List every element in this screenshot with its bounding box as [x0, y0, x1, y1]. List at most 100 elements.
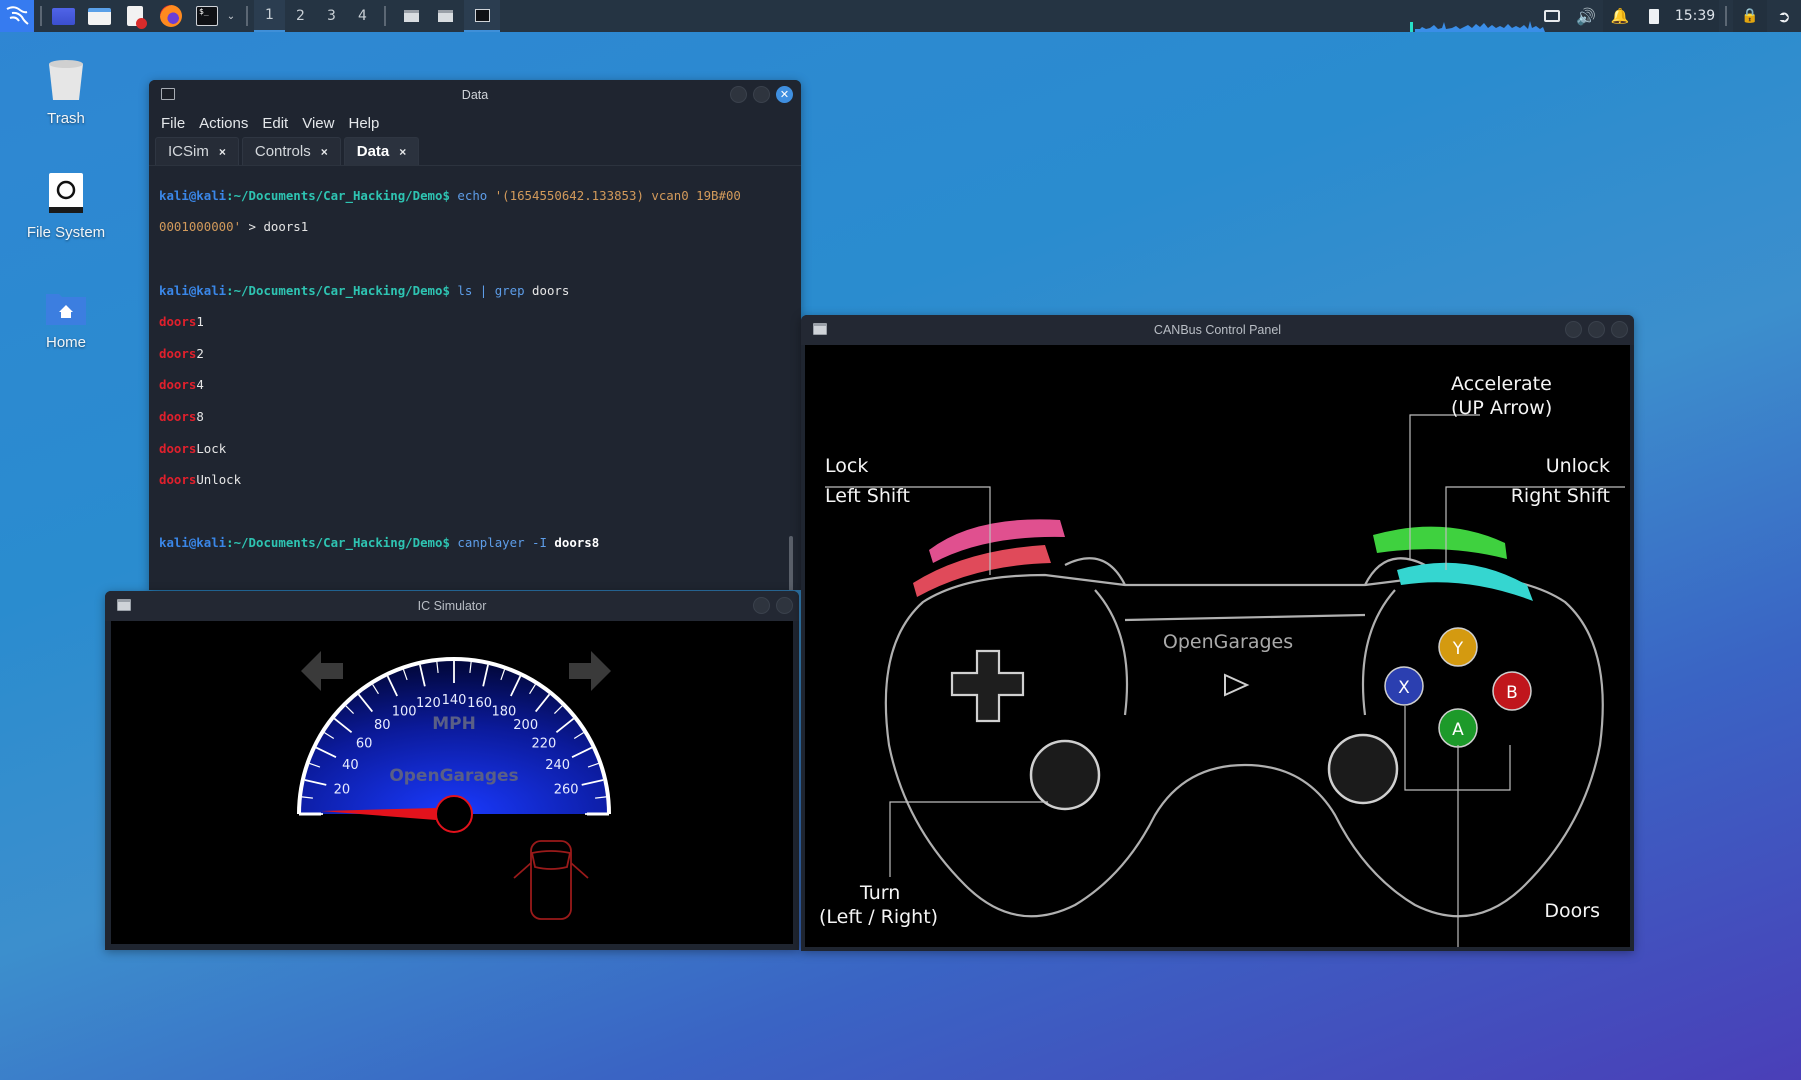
network-button[interactable] — [1535, 0, 1569, 32]
maximize-button[interactable] — [753, 86, 770, 103]
terminal-line: kali@kali:~/Documents/Car_Hacking/Demo$ … — [159, 282, 570, 298]
home-folder-icon — [46, 294, 86, 325]
face-button-b: B — [1492, 671, 1532, 711]
close-tab-icon[interactable]: × — [321, 145, 328, 159]
menu-actions[interactable]: Actions — [199, 115, 248, 132]
workspace-3[interactable]: 3 — [316, 0, 347, 32]
separator — [1725, 6, 1727, 26]
dpad — [950, 649, 1025, 723]
clock[interactable]: 15:39 — [1671, 0, 1719, 32]
text-editor-button[interactable] — [120, 0, 150, 32]
right-door — [570, 862, 589, 879]
terminal-button[interactable]: $_ — [192, 0, 222, 32]
gauge-tick-label: 220 — [531, 736, 556, 751]
firefox-button[interactable] — [156, 0, 186, 32]
tab-label: Controls — [254, 143, 311, 160]
tab-controls[interactable]: Controls × — [241, 137, 341, 165]
maximize-button[interactable] — [776, 597, 793, 614]
accelerate-trigger — [1373, 526, 1507, 559]
terminal-icon: $_ — [196, 6, 218, 26]
minimize-button[interactable] — [753, 597, 770, 614]
maximize-button[interactable] — [1588, 321, 1605, 338]
terminal-icon — [474, 8, 490, 22]
lock-screen-button[interactable]: 🔒 — [1733, 0, 1767, 32]
tab-label: ICSim — [168, 143, 209, 160]
firefox-icon — [160, 5, 182, 27]
desktop-icon-file-system[interactable]: File System — [11, 172, 121, 241]
battery-button[interactable] — [1637, 0, 1671, 32]
menu-view[interactable]: View — [302, 115, 334, 132]
tab-bar: ICSim × Controls × Data × — [149, 136, 801, 166]
cpu-graph — [1410, 21, 1545, 32]
lock-key-label: Left Shift — [825, 485, 910, 507]
menu-bar: File Actions Edit View Help — [149, 110, 801, 136]
close-tab-icon[interactable]: × — [219, 145, 226, 159]
ic-simulator-titlebar[interactable]: IC Simulator — [105, 591, 799, 621]
terminal-line: kali@kali:~/Documents/Car_Hacking/Demo$ … — [159, 187, 741, 203]
unlock-label: Unlock — [1545, 455, 1610, 477]
gamepad-illustration: OpenGarages Y X B A — [825, 414, 1625, 951]
gauge-tick-label: 260 — [554, 782, 579, 797]
separator — [246, 6, 248, 26]
separator — [40, 6, 42, 26]
logout-button[interactable]: ➲ — [1767, 0, 1801, 32]
controller-outline — [884, 557, 1604, 918]
task-canbus-control-panel[interactable] — [430, 0, 460, 32]
close-button[interactable]: ✕ — [776, 86, 793, 103]
kali-dragon-icon — [6, 6, 29, 25]
close-button[interactable] — [1611, 321, 1628, 338]
svg-text:B: B — [1506, 683, 1518, 703]
workspace-1[interactable]: 1 — [254, 0, 285, 32]
desktop-icon-label: Trash — [47, 110, 85, 127]
svg-text:Y: Y — [1452, 639, 1464, 659]
terminal-dropdown[interactable]: ⌄ — [222, 0, 240, 32]
needle-hub — [435, 795, 473, 833]
workspace-4[interactable]: 4 — [347, 0, 378, 32]
system-tray: 🔊 🔔 15:39 🔒 ➲ — [1535, 0, 1801, 32]
task-ic-simulator[interactable] — [396, 0, 426, 32]
close-tab-icon[interactable]: × — [399, 145, 406, 159]
menu-edit[interactable]: Edit — [262, 115, 288, 132]
tab-data[interactable]: Data × — [343, 137, 420, 165]
menu-file[interactable]: File — [161, 115, 185, 132]
left-door — [513, 862, 532, 879]
instrument-cluster: 20406080100120 140 160180200220240260 MPH … — [297, 651, 611, 920]
tab-icsim[interactable]: ICSim × — [155, 137, 239, 165]
file-manager-button[interactable] — [84, 0, 114, 32]
kali-menu-button[interactable] — [0, 0, 34, 32]
notifications-button[interactable]: 🔔 — [1603, 0, 1637, 32]
control-panel-titlebar[interactable]: CANBus Control Panel — [801, 315, 1634, 345]
accelerate-key-label: (UP Arrow) — [1451, 397, 1553, 419]
doors-label: Doors — [1544, 900, 1600, 922]
window-icon — [403, 10, 419, 22]
minimize-button[interactable] — [730, 86, 747, 103]
controller-brand: OpenGarages — [1163, 631, 1293, 653]
taskbar: $_ ⌄ 1 2 3 4 🔊 🔔 15:39 🔒 ➲ — [0, 0, 1801, 32]
hard-drive-icon — [49, 173, 83, 213]
gauge-unit-label: MPH — [432, 714, 476, 734]
window-icon — [437, 10, 453, 22]
window-title: IC Simulator — [417, 599, 487, 613]
ic-simulator-window: IC Simulator 20 40 60 80 100 120 140 160… — [105, 591, 799, 950]
gauge-tick-label: 200 — [513, 718, 538, 733]
terminal-scrollbar[interactable] — [789, 536, 793, 590]
face-button-a: A — [1438, 708, 1478, 748]
terminal-line: 0001000000' > doors1 — [159, 219, 309, 235]
show-desktop-button[interactable] — [48, 0, 78, 32]
task-terminal[interactable] — [464, 0, 500, 32]
tab-label: Data — [356, 143, 390, 160]
desktop-icon-home[interactable]: Home — [11, 290, 121, 351]
trash-icon — [49, 60, 83, 100]
terminal-output[interactable]: kali@kali:~/Documents/Car_Hacking/Demo$ … — [149, 166, 801, 590]
workspace-2[interactable]: 2 — [285, 0, 316, 32]
minimize-button[interactable] — [1565, 321, 1582, 338]
svg-text:X: X — [1398, 678, 1410, 698]
gauge-tick-label: 80 — [374, 718, 391, 733]
desktop-icon-trash[interactable]: Trash — [11, 58, 121, 127]
ls-output-line: doorsUnlock — [159, 472, 242, 488]
volume-button[interactable]: 🔊 — [1569, 0, 1603, 32]
menu-help[interactable]: Help — [348, 115, 379, 132]
terminal-titlebar[interactable]: Data ✕ — [149, 80, 801, 110]
controller-diagram[interactable]: OpenGarages Y X B A Lock Left Shift Acce… — [805, 345, 1630, 951]
terminal-window: Data ✕ File Actions Edit View Help ICSim… — [149, 80, 801, 590]
